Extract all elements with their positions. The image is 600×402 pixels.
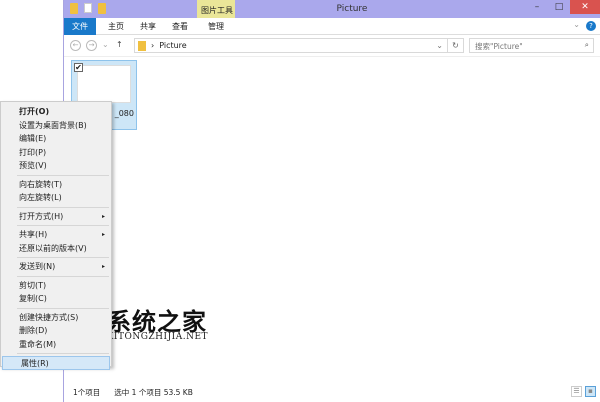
image-thumbnail bbox=[77, 65, 131, 103]
address-bar-row: ← → ⌄ ↑ › Picture ⌄ ↻ 搜索"Picture" ⌕ bbox=[64, 35, 600, 57]
minimize-button[interactable]: – bbox=[526, 0, 548, 14]
submenu-arrow-icon: ▸ bbox=[101, 263, 105, 270]
expand-ribbon-icon[interactable]: ⌄ bbox=[573, 20, 580, 29]
maximize-button[interactable]: □ bbox=[548, 0, 570, 14]
menu-separator bbox=[17, 353, 109, 354]
search-input[interactable]: 搜索"Picture" ⌕ bbox=[469, 38, 594, 53]
menu-item[interactable]: 复制(C) bbox=[1, 292, 111, 306]
menu-item-label: 向左旋转(L) bbox=[19, 193, 62, 202]
submenu-arrow-icon: ▸ bbox=[101, 231, 105, 238]
item-count: 1个项目 bbox=[73, 387, 101, 397]
tab-share[interactable]: 共享 bbox=[134, 18, 162, 35]
menu-item-label: 复制(C) bbox=[19, 294, 47, 303]
tab-file[interactable]: 文件 bbox=[64, 18, 96, 35]
menu-item[interactable]: 打开(O) bbox=[1, 105, 111, 119]
menu-separator bbox=[17, 275, 109, 277]
search-icon[interactable]: ⌕ bbox=[585, 40, 589, 50]
search-placeholder: 搜索"Picture" bbox=[475, 42, 523, 51]
large-icons-view-button[interactable]: ▪ bbox=[585, 386, 596, 397]
context-menu: 打开(O) 设置为桌面背景(B) 编辑(E) 打印(P) 预览(V) 向右旋转(T) 向左旋… bbox=[0, 101, 112, 370]
menu-item-label: 共享(H) bbox=[19, 230, 48, 239]
menu-separator bbox=[17, 174, 109, 176]
menu-item[interactable]: 重命名(M) bbox=[1, 338, 111, 352]
item-checkbox[interactable]: ✔ bbox=[74, 63, 83, 72]
close-button[interactable]: ✕ bbox=[570, 0, 600, 14]
menu-item[interactable]: 属性(R) bbox=[2, 356, 110, 370]
menu-item[interactable]: 发送到(N) ▸ bbox=[1, 260, 111, 274]
menu-item[interactable]: 设置为桌面背景(B) bbox=[1, 119, 111, 133]
up-button[interactable]: ↑ bbox=[116, 40, 123, 49]
menu-item-label: 删除(D) bbox=[19, 326, 48, 335]
back-button[interactable]: ← bbox=[70, 40, 81, 51]
ribbon-tabs: 文件 主页 共享 查看 管理 ⌄ ? bbox=[64, 18, 600, 35]
folder-icon bbox=[138, 40, 146, 51]
menu-separator bbox=[17, 206, 109, 208]
menu-item[interactable]: 打印(P) bbox=[1, 146, 111, 160]
menu-item[interactable]: 创建快捷方式(S) bbox=[1, 311, 111, 325]
menu-item-label: 还原以前的版本(V) bbox=[19, 243, 87, 253]
menu-item-label: 打开方式(H) bbox=[19, 211, 64, 221]
title-bar: Picture – □ ✕ bbox=[64, 0, 600, 18]
menu-item[interactable]: 向左旋转(L) bbox=[1, 191, 111, 205]
menu-item[interactable]: 打开方式(H) ▸ bbox=[1, 210, 111, 224]
tab-home[interactable]: 主页 bbox=[102, 18, 130, 35]
refresh-button[interactable]: ↻ bbox=[448, 38, 464, 53]
menu-item[interactable]: 剪切(T) bbox=[1, 279, 111, 293]
breadcrumb-picture[interactable]: Picture bbox=[159, 41, 187, 50]
picture-tools-label: 图片工具 bbox=[201, 6, 233, 15]
forward-button[interactable]: → bbox=[86, 40, 97, 51]
menu-item-label: 设置为桌面背景(B) bbox=[19, 120, 87, 130]
window-title: Picture bbox=[336, 4, 368, 14]
menu-separator bbox=[17, 307, 109, 309]
status-bar: 1个项目 选中 1 个项目 53.5 KB bbox=[64, 384, 600, 400]
menu-separator bbox=[17, 225, 109, 226]
breadcrumb-separator: › bbox=[151, 41, 155, 50]
menu-item-label: 打印(P) bbox=[19, 147, 47, 157]
menu-separator bbox=[17, 257, 109, 258]
menu-item-label: 打开(O) bbox=[19, 107, 50, 116]
menu-item[interactable]: 向右旋转(T) bbox=[1, 178, 111, 192]
selection-info: 选中 1 个项目 53.5 KB bbox=[114, 387, 193, 397]
watermark-url: XITONGZHIJIA.NET bbox=[107, 332, 209, 342]
menu-item-label: 向右旋转(T) bbox=[19, 179, 63, 189]
submenu-arrow-icon: ▸ bbox=[101, 212, 105, 220]
help-icon[interactable]: ? bbox=[586, 21, 596, 31]
menu-item-label: 剪切(T) bbox=[19, 280, 47, 290]
menu-item-label: 编辑(E) bbox=[19, 134, 47, 143]
menu-item[interactable]: 共享(H) ▸ bbox=[1, 228, 111, 242]
details-view-button[interactable]: ☰ bbox=[571, 386, 582, 397]
menu-item-label: 预览(V) bbox=[19, 161, 47, 170]
address-input[interactable]: › Picture ⌄ bbox=[134, 38, 448, 53]
menu-item[interactable]: 预览(V) bbox=[1, 159, 111, 173]
menu-item-label: 属性(R) bbox=[21, 359, 49, 368]
tab-manage[interactable]: 管理 bbox=[202, 18, 230, 35]
menu-item[interactable]: 删除(D) bbox=[1, 324, 111, 338]
address-dropdown[interactable]: ⌄ bbox=[436, 41, 443, 50]
menu-item-label: 创建快捷方式(S) bbox=[19, 312, 79, 322]
file-name: _080 bbox=[114, 109, 134, 118]
menu-item-label: 发送到(N) bbox=[19, 262, 56, 271]
menu-item[interactable]: 编辑(E) bbox=[1, 132, 111, 146]
menu-item[interactable]: 还原以前的版本(V) bbox=[1, 242, 111, 256]
tab-view[interactable]: 查看 bbox=[166, 18, 194, 35]
recent-locations-button[interactable]: ⌄ bbox=[102, 40, 109, 49]
menu-item-label: 重命名(M) bbox=[19, 339, 57, 349]
